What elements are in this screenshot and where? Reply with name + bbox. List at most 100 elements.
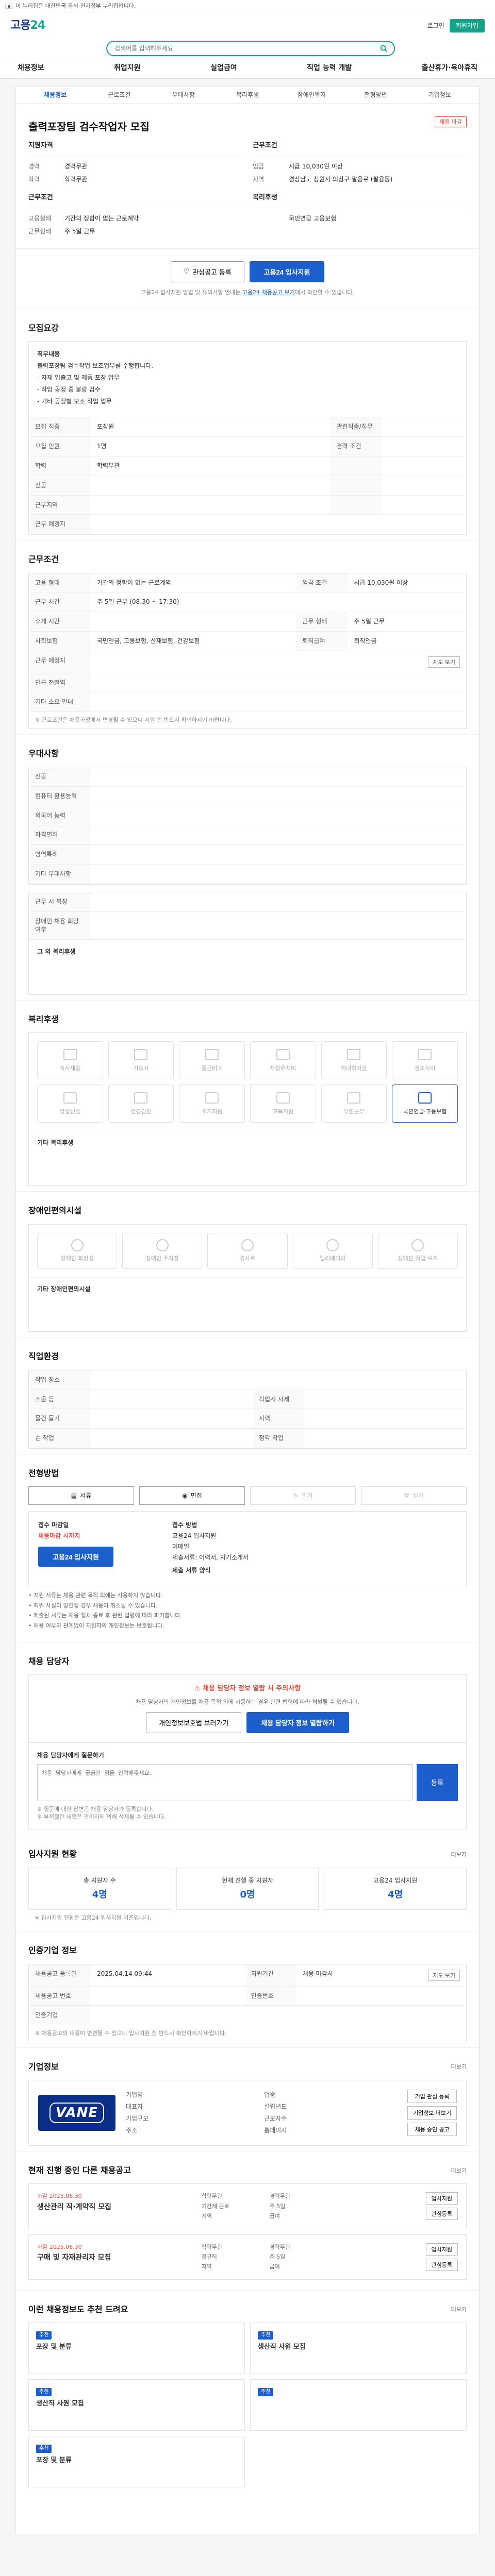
summary-value: 경상남도 창원시 의창구 팔용로 (팔용동) — [289, 175, 393, 183]
gov-banner: 이 누리집은 대한민국 공식 전자정부 누리집입니다. — [0, 0, 495, 12]
section-title: 근무조건 — [28, 554, 59, 565]
health-icon — [134, 1092, 148, 1104]
view-contact-button[interactable]: 채용 담당자 정보 열람하기 — [246, 1711, 349, 1733]
list-item[interactable]: 추천 생산직 사원 모집 — [28, 2379, 245, 2431]
status-more-link[interactable]: 더보기 — [451, 1851, 467, 1858]
tab-recruit[interactable]: 채용정보 — [23, 91, 87, 99]
history-table: 채용공고 등록일 2025.04.14 09:44 지원기간 채용 마감시 지도 보기 … — [29, 1964, 466, 2026]
disability-item-assist: 장애인 작업 보조 — [377, 1232, 458, 1269]
company-jobs-button[interactable]: 채용 중인 공고 — [407, 2123, 457, 2136]
assist-icon — [411, 1239, 424, 1251]
sub-tabs: 채용정보 근로조건 우대사항 복리후생 장애인복지 전형방법 기업정보 — [16, 87, 479, 104]
section-title: 채용 담당자 — [28, 1656, 70, 1666]
other-job-apply-button[interactable]: 입사지원 — [425, 2243, 458, 2256]
qa-submit-button[interactable]: 등록 — [417, 1764, 458, 1801]
gnb-item-leave[interactable]: 출산휴가·육아휴직 — [415, 63, 485, 74]
list-item[interactable]: 추천 포장 및 분류 — [28, 2323, 245, 2375]
status-badge: 채용 마감 — [435, 116, 467, 128]
disability-item-ramp: 경사로 — [207, 1232, 288, 1269]
bus-icon — [205, 1048, 219, 1060]
section-title: 현재 진행 중인 다른 채용공고 — [28, 2165, 131, 2175]
tab-pref[interactable]: 우대사항 — [152, 91, 216, 99]
login-link[interactable]: 로그인 — [427, 22, 444, 30]
table-row: 모집 직종 포장원 관련직종/직무 — [29, 417, 466, 437]
other-job-save-button[interactable]: 관심등록 — [425, 2258, 458, 2271]
welfare-item-flex: 유연근무 — [321, 1084, 387, 1123]
welfare-item-event: 경조사비 — [392, 1041, 458, 1080]
search-input[interactable] — [106, 41, 395, 56]
tab-disability[interactable]: 장애인복지 — [279, 91, 343, 99]
disability-item-toilet: 장애인 화장실 — [37, 1232, 118, 1269]
other-job-apply-button[interactable]: 입사지원 — [425, 2192, 458, 2205]
site-header: 고용24 로그인 회원가입 채용정보 취업지원 실업급여 직업 능력 개발 출산… — [0, 12, 495, 79]
tab-company[interactable]: 기업정보 — [408, 91, 472, 99]
tab-work[interactable]: 근로조건 — [87, 91, 151, 99]
table-row: 근무 시간 주 5일 근무 (08:30 ~ 17:30) — [29, 592, 466, 613]
privacy-law-button[interactable]: 개인정보보호법 보러가기 — [146, 1711, 242, 1733]
save-job-button[interactable]: ♡ 관심공고 등록 — [170, 261, 244, 282]
method-apply-button[interactable]: 고용24 입사지원 — [38, 1546, 113, 1567]
gnb-item-support[interactable]: 취업지원 — [107, 63, 148, 74]
list-item[interactable]: 마감 2025.06.30 생산관리 직·계약직 모집 학력무관 경력무관 기간제… — [28, 2183, 467, 2229]
gnb-item-training[interactable]: 직업 능력 개발 — [300, 63, 359, 74]
welfare-item-dorm: 기숙사 — [108, 1041, 174, 1080]
tab-welfare[interactable]: 복리후생 — [216, 91, 279, 99]
other-job-save-button[interactable]: 관심등록 — [425, 2208, 458, 2221]
status-card: 고용24 입사지원 4명 — [324, 1867, 467, 1910]
section-disability: 장애인편의시설 장애인 화장실 장애인 주차장 경사로 엘리베이터 장애인 작업… — [16, 1191, 479, 1337]
other-jobs-more-link[interactable]: 더보기 — [451, 2167, 467, 2175]
table-row: 소음 등 작업시 자세 — [29, 1389, 466, 1410]
table-row: 전공 — [29, 476, 466, 496]
table-row: 전공 — [29, 767, 466, 787]
summary-key: 지역 — [253, 175, 265, 183]
qa-box: 채용 담당자에게 질문하기 등록 ※ 질문에 대한 답변은 채용 담당자가 등록… — [28, 1742, 467, 1830]
elevator-icon — [326, 1239, 339, 1251]
summary-value: 기간의 정함이 없는 근로계약 — [64, 214, 139, 222]
table-row: 사회보험 국민연금, 고용보험, 산재보험, 건강보험 퇴직급여 퇴직연금 — [29, 631, 466, 651]
map-button[interactable]: 지도 보기 — [428, 656, 460, 668]
list-item[interactable]: 마감 2025.06.30 구매 및 자재관리자 모집 학력무관 경력무관 정규직… — [28, 2234, 467, 2280]
method-tab-interview: ◉ 면접 — [139, 1486, 245, 1505]
company-more-link[interactable]: 더보기 — [451, 2063, 467, 2071]
disability-grid: 장애인 화장실 장애인 주차장 경사로 엘리베이터 장애인 작업 보조 — [29, 1225, 466, 1277]
history-map-button[interactable]: 지도 보기 — [428, 1969, 460, 1981]
list-item[interactable]: 추천 포장 및 분류 — [28, 2436, 245, 2488]
heart-icon: ♡ — [183, 267, 190, 276]
table-row: 근무지역 — [29, 495, 466, 515]
section-title: 직업환경 — [28, 1351, 59, 1362]
gift-icon — [63, 1092, 77, 1104]
global-nav: 채용정보 취업지원 실업급여 직업 능력 개발 출산휴가·육아휴직 — [0, 58, 495, 78]
pref-table: 전공 컴퓨터 활용능력 외국어 능력 자격면허 병역특례 기타 우대사항 — [29, 767, 466, 884]
section-method: 전형방법 ▤ 서류 ◉ 면접 ✎ 필기 ⚒ 실기 접수 마감일 채용마감 시까지 고용2… — [16, 1453, 479, 1642]
welfare-sub: 기타 복리후생 — [29, 1131, 466, 1185]
gnb-item-benefit[interactable]: 실업급여 — [203, 63, 244, 74]
signup-button[interactable]: 회원가입 — [449, 19, 485, 33]
tab-method[interactable]: 전형방법 — [343, 91, 407, 99]
table-row: 모집 인원 1명 경력 조건 — [29, 436, 466, 456]
summary-value: 학력무관 — [64, 175, 88, 183]
recruit-table: 모집 직종 포장원 관련직종/직무 모집 인원 1명 경력 조건 학력 학력무관 전공 근… — [29, 417, 466, 535]
list-item[interactable]: 추천 생산직 사원 모집 — [250, 2323, 467, 2375]
status-card: 총 지원자 수 4명 — [28, 1867, 171, 1910]
gov-banner-text: 이 누리집은 대한민국 공식 전자정부 누리집입니다. — [15, 2, 136, 9]
list-item[interactable]: 추천 — [250, 2379, 467, 2431]
qa-textarea[interactable] — [37, 1764, 412, 1801]
summary-title-welfare: 복리후생 — [253, 193, 277, 201]
search-icon[interactable] — [378, 43, 389, 54]
company-follow-button[interactable]: 기업 관심 등록 — [407, 2090, 457, 2103]
table-row: 병역특례 — [29, 844, 466, 865]
recommend-more-link[interactable]: 더보기 — [451, 2306, 467, 2313]
pencil-icon: ✎ — [293, 1492, 299, 1499]
table-row: 자격면허 — [29, 825, 466, 845]
method-tabs: ▤ 서류 ◉ 면접 ✎ 필기 ⚒ 실기 — [28, 1486, 467, 1505]
company-info: 기업명 업종 대표자 설립년도 기업규모 근로자수 주소 홈페이지 — [126, 2091, 287, 2134]
section-contact: 채용 담당자 ⚠ 채용 담당자 정보 열람 시 주의사항 채용 담당자의 개인정… — [16, 1641, 479, 1835]
gnb-item-jobs[interactable]: 채용정보 — [10, 63, 52, 74]
status-note: ※ 입사지원 현황은 고용24 입사지원 기준입니다. — [35, 1914, 152, 1921]
contact-warning: ⚠ 채용 담당자 정보 열람 시 주의사항 채용 담당자의 개인정보를 채용 목… — [28, 1674, 467, 1743]
company-info-button[interactable]: 기업정보 더보기 — [407, 2106, 457, 2120]
site-logo[interactable]: 고용24 — [10, 18, 45, 34]
summary-key: 임금 — [253, 163, 265, 171]
apply-note-link[interactable]: 고용24 채용공고 보기 — [242, 289, 295, 296]
apply-button[interactable]: 고용24 입사지원 — [249, 261, 325, 282]
